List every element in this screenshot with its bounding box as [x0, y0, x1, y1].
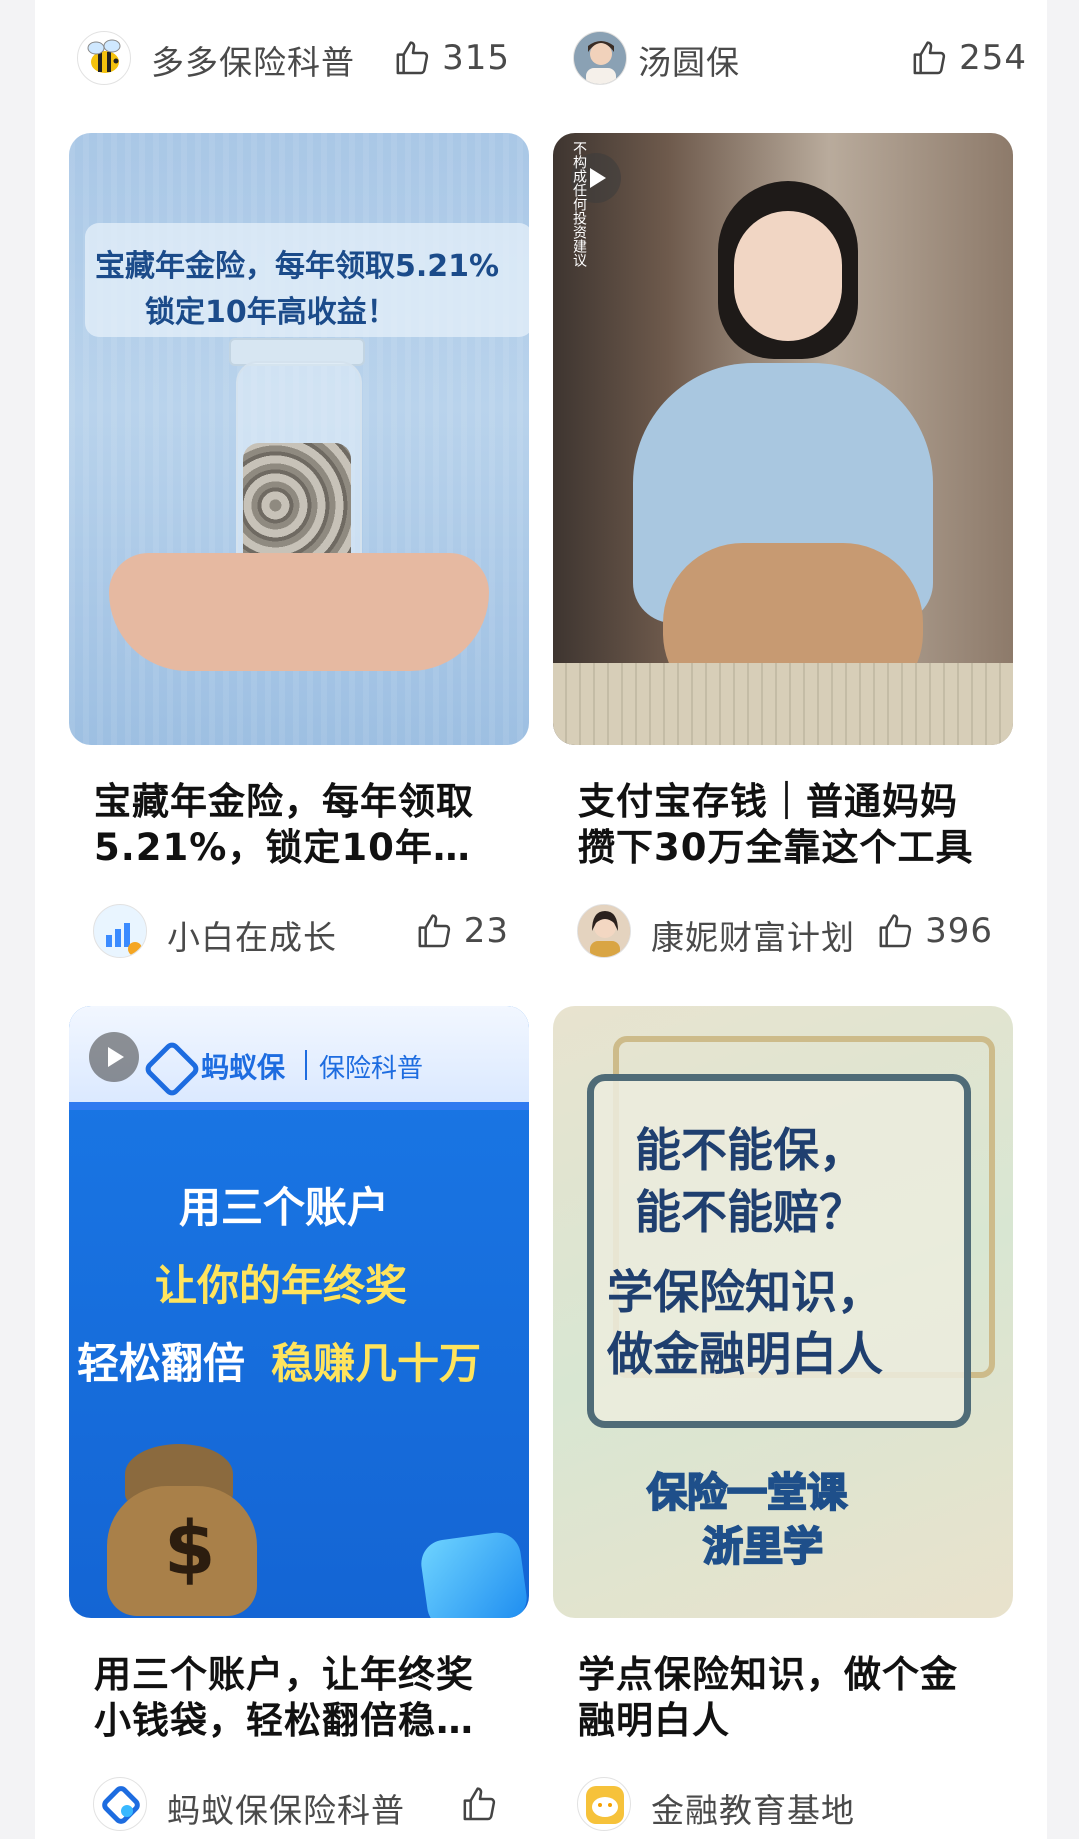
card-thumbnail[interactable]: 蚂蚁保 保险科普 用三个账户 让你的年终奖 轻松翻倍 稳赚几十万 $: [69, 1006, 529, 1618]
chart-avatar-icon[interactable]: [93, 904, 147, 958]
feed-card[interactable]: 宝藏年金险，每年领取5.21% 锁定10年高收益！ 宝藏年金险，每年领取5.21…: [69, 133, 529, 961]
thumbs-up-icon: [909, 38, 949, 78]
author-name[interactable]: 汤圆保: [638, 36, 740, 84]
like-button[interactable]: [459, 1780, 509, 1828]
overlay-text: 轻松翻倍: [77, 1339, 246, 1388]
overlay-text: 做金融明白人: [607, 1327, 883, 1381]
face: [734, 211, 842, 341]
person-avatar-icon[interactable]: [577, 904, 631, 958]
author-name[interactable]: 多多保险科普: [151, 36, 355, 84]
like-button[interactable]: 396: [875, 907, 993, 955]
card-title[interactable]: 用三个账户，让年终奖小钱袋，轻松翻倍稳赚几十万: [94, 1652, 507, 1744]
overlay-text: 让你的年终奖: [155, 1261, 408, 1310]
overlay-text: 稳赚几十万: [271, 1339, 482, 1388]
thumbs-up-icon: [414, 911, 454, 951]
brand-name: 蚂蚁保: [201, 1051, 286, 1084]
blanket: [553, 663, 1013, 745]
like-count: 315: [442, 38, 510, 78]
dollar-icon: $: [164, 1506, 216, 1592]
author-name[interactable]: 康妮财富计划: [651, 911, 855, 959]
piggy-bank-avatar-icon[interactable]: [577, 1777, 631, 1831]
like-count: 23: [463, 911, 509, 951]
card-meta: 金融教育基地: [553, 1774, 1013, 1834]
overlay-text: 能不能保，: [635, 1123, 865, 1177]
bee-icon: [77, 31, 131, 85]
like-button[interactable]: 23: [414, 907, 509, 955]
overlay-text: 锁定10年高收益！: [145, 295, 397, 330]
like-button[interactable]: 254: [909, 34, 1027, 82]
thumbs-up-icon: [392, 38, 432, 78]
card-thumbnail[interactable]: 不构成任何投资建议: [553, 133, 1013, 745]
course-badge-subtitle: 浙里学: [702, 1523, 824, 1571]
antbao-avatar-icon[interactable]: [93, 1777, 147, 1831]
card-meta: 康妮财富计划 396: [553, 901, 1013, 961]
play-icon[interactable]: [89, 1032, 139, 1082]
brand-subtitle: 保险科普: [319, 1054, 424, 1084]
author-name[interactable]: 小白在成长: [167, 911, 337, 959]
author-name[interactable]: 蚂蚁保保险科普: [167, 1784, 405, 1832]
feed-card[interactable]: 不构成任何投资建议 支付宝存钱｜普通妈妈攒下30万全靠这个工具 康妮财富计划 3…: [553, 133, 1013, 961]
author-name[interactable]: 金融教育基地: [651, 1784, 855, 1832]
like-count: 396: [925, 911, 993, 951]
thumbs-up-icon: [459, 1784, 499, 1824]
feed-card[interactable]: 蚂蚁保 保险科普 用三个账户 让你的年终奖 轻松翻倍 稳赚几十万 $ 用三个账户…: [69, 1006, 529, 1834]
like-button[interactable]: 315: [392, 34, 510, 82]
overlay-text: 能不能赔？: [635, 1185, 865, 1239]
card-title[interactable]: 宝藏年金险，每年领取5.21%，锁定10年高收益！: [94, 779, 507, 871]
thumbs-up-icon: [875, 911, 915, 951]
like-count: 254: [959, 38, 1027, 78]
overlay-disclaimer: 不构成任何投资建议: [571, 141, 587, 267]
card-title[interactable]: 学点保险知识，做个金融明白人: [578, 1652, 991, 1744]
overlay-text: 学保险知识，: [607, 1265, 883, 1319]
card-title[interactable]: 支付宝存钱｜普通妈妈攒下30万全靠这个工具: [578, 779, 991, 871]
card-meta: 蚂蚁保保险科普: [69, 1774, 529, 1834]
top-card-meta-left[interactable]: 多多保险科普 315: [45, 28, 509, 90]
person-avatar-icon: [573, 31, 627, 85]
feed: 多多保险科普 315 汤圆保 254 宝藏年金险，每年领取5.21% 锁定10年…: [35, 0, 1047, 1839]
feed-card[interactable]: 能不能保， 能不能赔？ 学保险知识， 做金融明白人 保险一堂课 浙里学 学点保险…: [553, 1006, 1013, 1834]
hands: [109, 553, 489, 671]
card-thumbnail[interactable]: 宝藏年金险，每年领取5.21% 锁定10年高收益！: [69, 133, 529, 745]
overlay-text: 宝藏年金险，每年领取5.21%: [95, 249, 500, 284]
top-card-meta-right[interactable]: 汤圆保 254: [573, 28, 1036, 90]
card-thumbnail[interactable]: 能不能保， 能不能赔？ 学保险知识， 做金融明白人 保险一堂课 浙里学: [553, 1006, 1013, 1618]
course-badge-title: 保险一堂课: [646, 1469, 848, 1517]
overlay-text: 用三个账户: [179, 1183, 390, 1232]
card-meta: 小白在成长 23: [69, 901, 529, 961]
antbao-shield-icon: [418, 1529, 529, 1618]
